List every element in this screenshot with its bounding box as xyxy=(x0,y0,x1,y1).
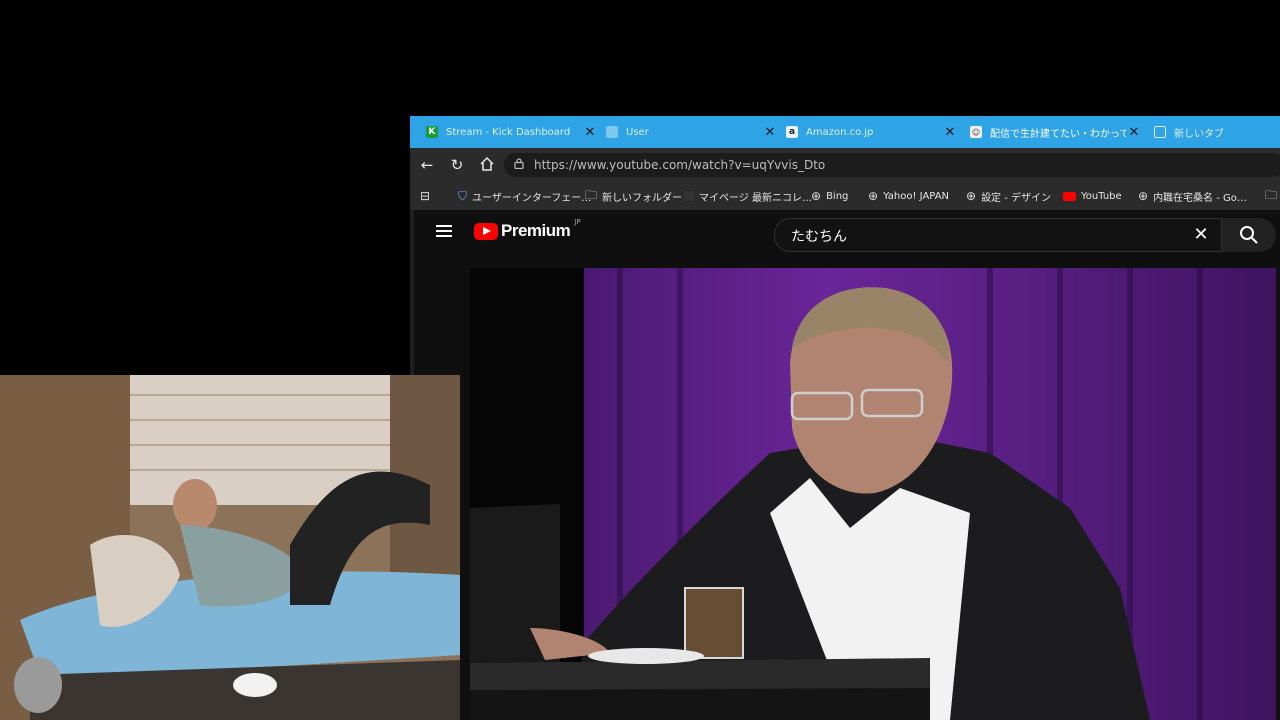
tab-active-page[interactable]: ☺ 配信で生計建てたい・わかってん… ✕ xyxy=(966,116,1142,148)
tab-bar: K Stream - Kick Dashboard ✕ User ✕ a Ama… xyxy=(410,116,1280,148)
bookmark-yahoo[interactable]: ⊕ Yahoo! JAPAN xyxy=(868,182,949,210)
lock-icon xyxy=(514,158,528,172)
folder-icon: 🗀 xyxy=(585,187,598,202)
tab-actions-icon[interactable]: ⊟ xyxy=(420,182,435,210)
user-page-icon xyxy=(606,126,618,138)
menu-icon[interactable] xyxy=(436,225,452,237)
kick-icon: K xyxy=(426,126,438,138)
new-tab-icon xyxy=(1154,126,1166,138)
bookmark-new-folder[interactable]: 🗀 新しいフォルダー xyxy=(585,182,682,210)
tab-kick-dashboard[interactable]: K Stream - Kick Dashboard ✕ xyxy=(422,116,598,148)
close-tab-icon[interactable]: ✕ xyxy=(582,125,598,140)
search-input[interactable] xyxy=(789,225,1173,247)
webcam-overlay xyxy=(0,375,460,720)
webcam-feed xyxy=(0,375,460,720)
bookmark-home-job[interactable]: ⊕ 内職在宅桑名 - Go… xyxy=(1138,182,1247,210)
bookmark-bing[interactable]: ⊕ Bing xyxy=(811,182,848,210)
close-tab-icon[interactable]: ✕ xyxy=(942,125,958,140)
globe-icon: ⊕ xyxy=(811,189,822,203)
amazon-icon: a xyxy=(786,126,798,138)
close-tab-icon[interactable]: ✕ xyxy=(762,125,778,140)
youtube-icon xyxy=(1063,191,1076,201)
address-bar-row: ← ↻ https://www.youtube.com/watch?v=uqYv… xyxy=(410,148,1280,182)
tab-amazon[interactable]: a Amazon.co.jp ✕ xyxy=(782,116,958,148)
youtube-premium-logo[interactable]: Premium JP xyxy=(474,218,581,241)
globe-icon: ⊕ xyxy=(868,189,879,203)
bookmark-folder-overflow[interactable]: 🗀 xyxy=(1265,182,1280,210)
folder-icon: 🗀 xyxy=(1265,187,1278,202)
niconico-icon xyxy=(684,191,694,201)
bookmark-youtube[interactable]: YouTube xyxy=(1063,182,1122,210)
search-icon xyxy=(1240,226,1258,244)
globe-icon: ⊕ xyxy=(966,189,977,203)
search-box: ✕ xyxy=(774,218,1222,252)
url-text: https://www.youtube.com/watch?v=uqYvvis_… xyxy=(534,158,826,172)
home-icon[interactable] xyxy=(478,156,496,174)
bookmarks-bar: ⊟ ⛉ ユーザーインターフェー… 🗀 新しいフォルダー マイページ 最新ニコレ…… xyxy=(410,182,1280,210)
reload-icon[interactable]: ↻ xyxy=(448,156,466,174)
shield-icon: ⛉ xyxy=(458,188,468,203)
globe-icon: ⊕ xyxy=(1138,189,1149,203)
bookmark-settings-design[interactable]: ⊕ 設定 - デザイン xyxy=(966,182,1051,210)
close-tab-icon[interactable]: ✕ xyxy=(1126,125,1142,140)
youtube-play-icon xyxy=(474,222,498,240)
video-frame xyxy=(470,268,1276,720)
tab-new-tab[interactable]: 新しいタブ xyxy=(1150,116,1280,148)
back-icon[interactable]: ← xyxy=(418,156,436,174)
youtube-page: Premium JP ✕ xyxy=(414,210,1280,720)
bookmark-ui[interactable]: ⛉ ユーザーインターフェー… xyxy=(458,182,591,210)
bookmark-mypage[interactable]: マイページ 最新ニコレ… xyxy=(684,182,812,210)
page-icon: ☺ xyxy=(970,126,982,138)
clear-search-icon[interactable]: ✕ xyxy=(1189,223,1213,247)
tab-user[interactable]: User ✕ xyxy=(602,116,778,148)
search-button[interactable] xyxy=(1222,218,1276,252)
video-player[interactable] xyxy=(470,268,1276,720)
url-bar[interactable]: https://www.youtube.com/watch?v=uqYvvis_… xyxy=(504,153,1280,177)
browser-window: K Stream - Kick Dashboard ✕ User ✕ a Ama… xyxy=(410,116,1280,720)
